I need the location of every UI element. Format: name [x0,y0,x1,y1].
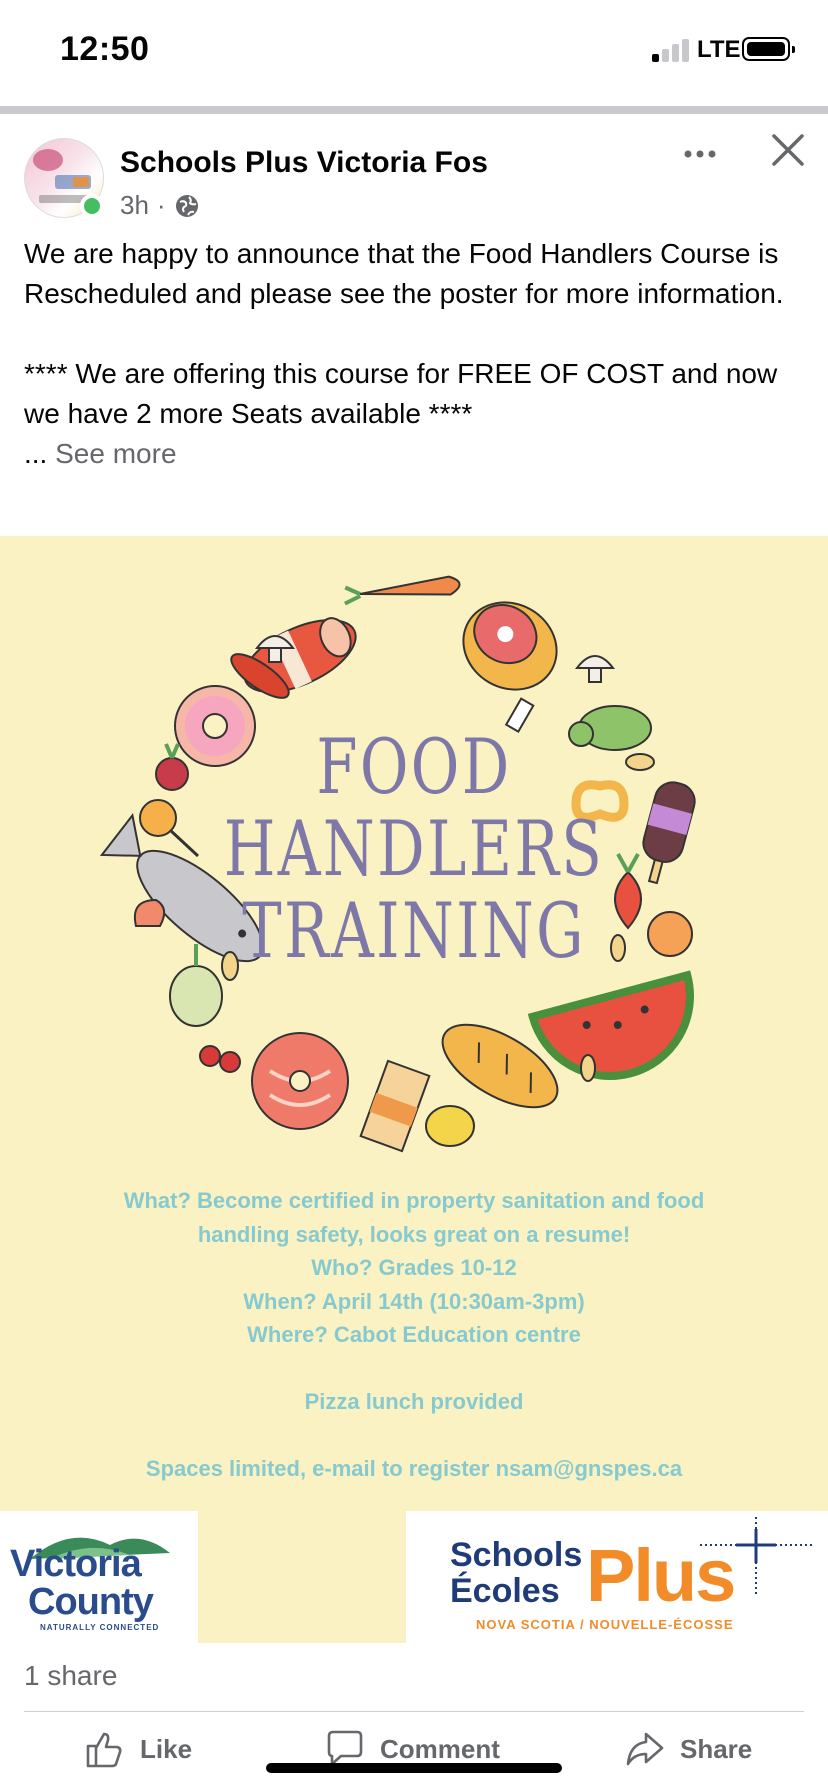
schools-plus-tagline: NOVA SCOTIA / NOUVELLE-ÉCOSSE [476,1617,734,1632]
victoria-county-tagline: NATURALLY CONNECTED [40,1623,160,1632]
schools-plus-logo: Schools Écoles Plus NOVA SCOTIA / NOUVEL… [406,1511,828,1643]
meta-separator: · [156,190,166,220]
network-label: LTE [697,36,741,63]
divider [0,106,828,114]
page-name[interactable]: Schools Plus Victoria Fos [120,146,488,180]
post-header: Schools Plus Victoria Fos 3h · [0,114,828,234]
poster-headline: FOOD HANDLERS TRAINING [91,726,737,972]
status-bar: 12:50 LTE [0,0,828,100]
poster-detail-line: Who? Grades 10-12 [311,1255,517,1280]
post-timestamp[interactable]: 3h [120,190,149,221]
home-indicator[interactable] [266,1763,562,1773]
post-image[interactable]: FOOD HANDLERS TRAINING What? Become cert… [0,536,828,1511]
poster-detail-line: handling safety, looks great on a resume… [197,1221,631,1247]
ellipsis: ... [24,438,48,469]
poster-detail-line: Where? Cabot Education centre [247,1322,581,1347]
poster-detail-line: When? April 14th (10:30am-3pm) [243,1288,585,1314]
like-button[interactable]: Like [84,1726,192,1772]
poster-detail-line: What? Become certified in property sanit… [123,1188,705,1213]
share-button[interactable]: Share [624,1726,752,1772]
globe-icon[interactable] [174,193,200,219]
share-label: Share [680,1733,753,1764]
post-text: We are happy to announce that the Food H… [24,234,814,474]
poster-details: What? Become certified in property sanit… [0,1184,828,1486]
victoria-county-line2: County [28,1581,154,1623]
poster-headline-line: FOOD [316,722,512,811]
more-options-icon[interactable] [680,134,720,174]
online-status-icon [80,194,104,218]
battery-icon [742,37,795,61]
signal-icon [652,38,692,62]
post-text-paragraph: **** We are offering this course for FRE… [24,358,778,429]
comment-label: Comment [380,1733,500,1764]
victoria-county-logo: Victoria County NATURALLY CONNECTED [0,1511,198,1643]
post-text-paragraph: We are happy to announce that the Food H… [24,238,784,309]
like-label: Like [140,1733,193,1764]
share-icon [626,1732,664,1766]
share-count[interactable]: 1 share [24,1660,117,1692]
poster-headline-line: HANDLERS [223,804,605,893]
status-time: 12:50 [60,30,150,68]
poster-detail-line: Spaces limited, e-mail to register nsam@… [145,1456,683,1481]
see-more-row: ... See more [24,434,814,474]
poster-headline-line: TRAINING [242,886,586,975]
victoria-county-line1: Victoria [10,1543,142,1585]
schools-plus-ecoles: Écoles [450,1572,560,1610]
close-icon[interactable] [768,130,808,170]
poster-logo-bar: Victoria County NATURALLY CONNECTED Scho… [0,1511,828,1643]
plus-cross-icon [700,1517,812,1595]
like-icon [86,1732,122,1768]
post-actions: Like Comment Share [0,1712,828,1792]
see-more-link[interactable]: See more [55,438,176,469]
schools-plus-schools: Schools [450,1536,583,1574]
poster-detail-line: Pizza lunch provided [304,1389,524,1414]
post-meta: 3h · [120,190,200,221]
